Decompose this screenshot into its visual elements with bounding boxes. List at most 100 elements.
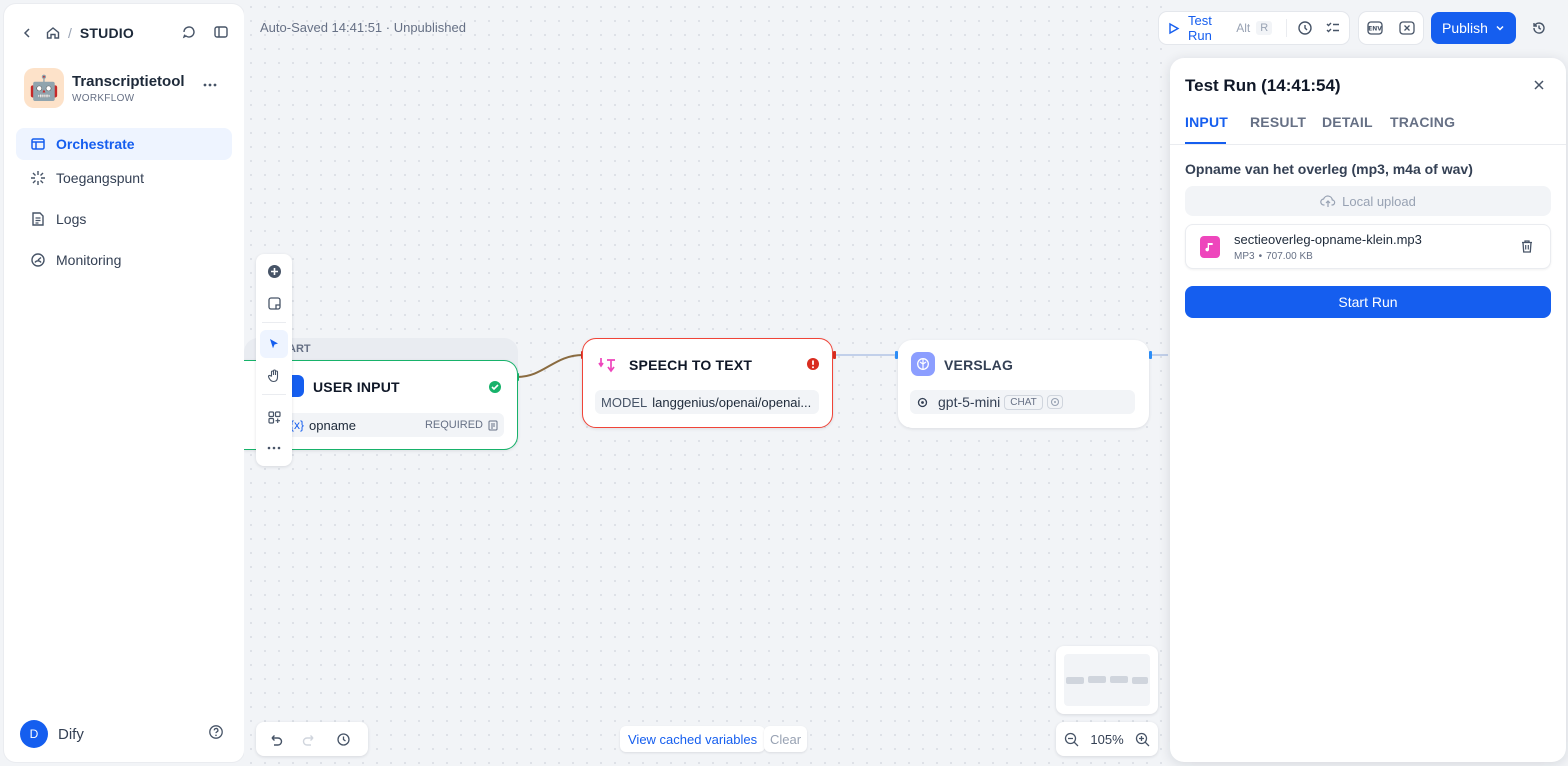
document-icon <box>488 420 498 431</box>
test-run-panel: Test Run (14:41:54) INPUT RESULT DETAIL … <box>1170 58 1566 762</box>
chat-refresh-icon[interactable] <box>178 21 200 43</box>
studio-link[interactable]: STUDIO <box>80 25 134 41</box>
hand-icon[interactable] <box>260 361 288 389</box>
more-options-icon[interactable] <box>199 74 221 96</box>
field-label: Opname van het overleg (mp3, m4a of wav) <box>1185 161 1473 177</box>
orchestrate-icon <box>30 136 46 152</box>
variable-name: opname <box>309 417 356 433</box>
llm-icon <box>911 352 935 376</box>
user-profile[interactable]: D Dify <box>20 720 84 748</box>
home-icon[interactable] <box>42 22 64 44</box>
add-node-icon[interactable] <box>260 257 288 285</box>
nav-label: Orchestrate <box>56 136 135 152</box>
chevron-left-icon[interactable] <box>16 22 38 44</box>
model-label: MODEL <box>601 394 648 410</box>
nav-label: Monitoring <box>56 252 122 268</box>
delete-icon[interactable] <box>1520 239 1534 254</box>
history-toolbar <box>256 722 368 756</box>
file-name: sectieoverleg-opname-klein.mp3 <box>1234 232 1422 247</box>
verslag-node[interactable]: VERSLAG gpt-5-mini CHAT <box>898 340 1149 428</box>
openai-icon <box>917 397 928 408</box>
speech-to-text-icon <box>597 355 617 375</box>
env-icon[interactable]: ENV <box>1367 21 1383 35</box>
run-history-icon[interactable] <box>1297 20 1313 36</box>
nav-label: Toegangspunt <box>56 170 144 186</box>
clear-button[interactable]: Clear <box>764 726 808 752</box>
variable-icon: {x} <box>290 418 305 432</box>
pointer-icon[interactable] <box>260 330 288 358</box>
upload-label: Local upload <box>1342 193 1416 209</box>
minimap[interactable] <box>1056 646 1158 714</box>
zoom-out-icon[interactable] <box>1064 732 1079 747</box>
version-history-icon[interactable] <box>1528 17 1550 39</box>
organize-blocks-icon[interactable] <box>260 403 288 431</box>
robot-icon: 🤖 <box>24 68 64 108</box>
zoom-in-icon[interactable] <box>1135 732 1150 747</box>
add-note-icon[interactable] <box>260 289 288 317</box>
nav-logs[interactable]: Logs <box>16 203 232 235</box>
shortcut-alt: Alt <box>1236 21 1251 35</box>
more-icon[interactable] <box>260 434 288 462</box>
node-title: USER INPUT <box>313 379 400 395</box>
sidebar: / STUDIO 🤖 Transcriptietool WORKFLOW Orc… <box>4 4 244 762</box>
user-name: Dify <box>58 725 84 743</box>
svg-text:ENV: ENV <box>1368 26 1382 33</box>
model-row: MODEL langgenius/openai/openai... <box>595 390 819 414</box>
history-icon[interactable] <box>332 728 354 750</box>
access-point-icon <box>30 170 46 186</box>
start-run-button[interactable]: Start Run <box>1185 286 1551 318</box>
variable-row: {x} opname REQUIRED <box>284 413 504 437</box>
run-controls: Test Run Alt R <box>1159 12 1349 44</box>
publish-label: Publish <box>1442 20 1488 36</box>
help-icon[interactable] <box>205 721 227 743</box>
conversation-variable-icon[interactable] <box>1399 21 1415 35</box>
publish-button[interactable]: Publish <box>1431 12 1516 44</box>
tab-input[interactable]: INPUT <box>1185 114 1228 130</box>
monitoring-icon <box>30 252 46 268</box>
success-icon <box>488 380 502 394</box>
undo-icon[interactable] <box>264 728 286 750</box>
panel-title: Test Run (14:41:54) <box>1185 76 1341 95</box>
nav-monitoring[interactable]: Monitoring <box>16 244 232 276</box>
app-card: 🤖 Transcriptietool WORKFLOW <box>24 68 185 108</box>
shortcut-key: R <box>1256 21 1273 35</box>
view-cached-variables-button[interactable]: View cached variables <box>620 726 766 752</box>
edge-start-stt <box>516 354 584 378</box>
app-type: WORKFLOW <box>72 92 135 104</box>
tab-detail[interactable]: DETAIL <box>1322 114 1373 130</box>
app-name: Transcriptietool <box>72 72 185 90</box>
tab-result[interactable]: RESULT <box>1250 114 1306 130</box>
required-label: REQUIRED <box>424 419 483 431</box>
checklist-icon[interactable] <box>1325 20 1341 36</box>
variables-controls: ENV <box>1359 12 1423 44</box>
tab-tracing[interactable]: TRACING <box>1390 114 1455 130</box>
nav-toegangspunt[interactable]: Toegangspunt <box>16 162 232 194</box>
file-meta: MP3 • 707.00 KB <box>1234 251 1313 262</box>
breadcrumb-separator: / <box>68 25 72 41</box>
canvas-toolbar <box>256 254 292 466</box>
redo-icon[interactable] <box>298 728 320 750</box>
model-settings-icon <box>1046 395 1063 409</box>
model-value: langgenius/openai/openai... <box>652 394 812 410</box>
model-name: gpt-5-mini <box>938 394 1001 410</box>
chevron-down-icon <box>1495 23 1505 33</box>
error-icon <box>806 357 820 371</box>
file-type: MP3 <box>1234 251 1255 262</box>
close-icon[interactable] <box>1532 78 1546 92</box>
cloud-upload-icon <box>1320 194 1336 208</box>
speech-to-text-node[interactable]: SPEECH TO TEXT MODEL langgenius/openai/o… <box>582 338 833 428</box>
node-title: VERSLAG <box>944 357 1014 373</box>
audio-file-icon <box>1200 236 1220 258</box>
collapse-sidebar-icon[interactable] <box>210 21 232 43</box>
file-size: 707.00 KB <box>1266 251 1313 262</box>
nav-orchestrate[interactable]: Orchestrate <box>16 128 232 160</box>
mode-tag: CHAT <box>1004 394 1043 410</box>
zoom-level[interactable]: 105% <box>1090 732 1123 747</box>
play-icon <box>1167 22 1180 35</box>
nav-label: Logs <box>56 211 87 227</box>
logs-icon <box>30 211 46 227</box>
local-upload-button[interactable]: Local upload <box>1185 186 1551 216</box>
test-run-button[interactable]: Test Run <box>1188 13 1230 43</box>
uploaded-file-card: sectieoverleg-opname-klein.mp3 MP3 • 707… <box>1185 224 1551 269</box>
workflow-canvas[interactable]: Auto-Saved 14:41:51 · Unpublished ART US… <box>244 0 1168 766</box>
